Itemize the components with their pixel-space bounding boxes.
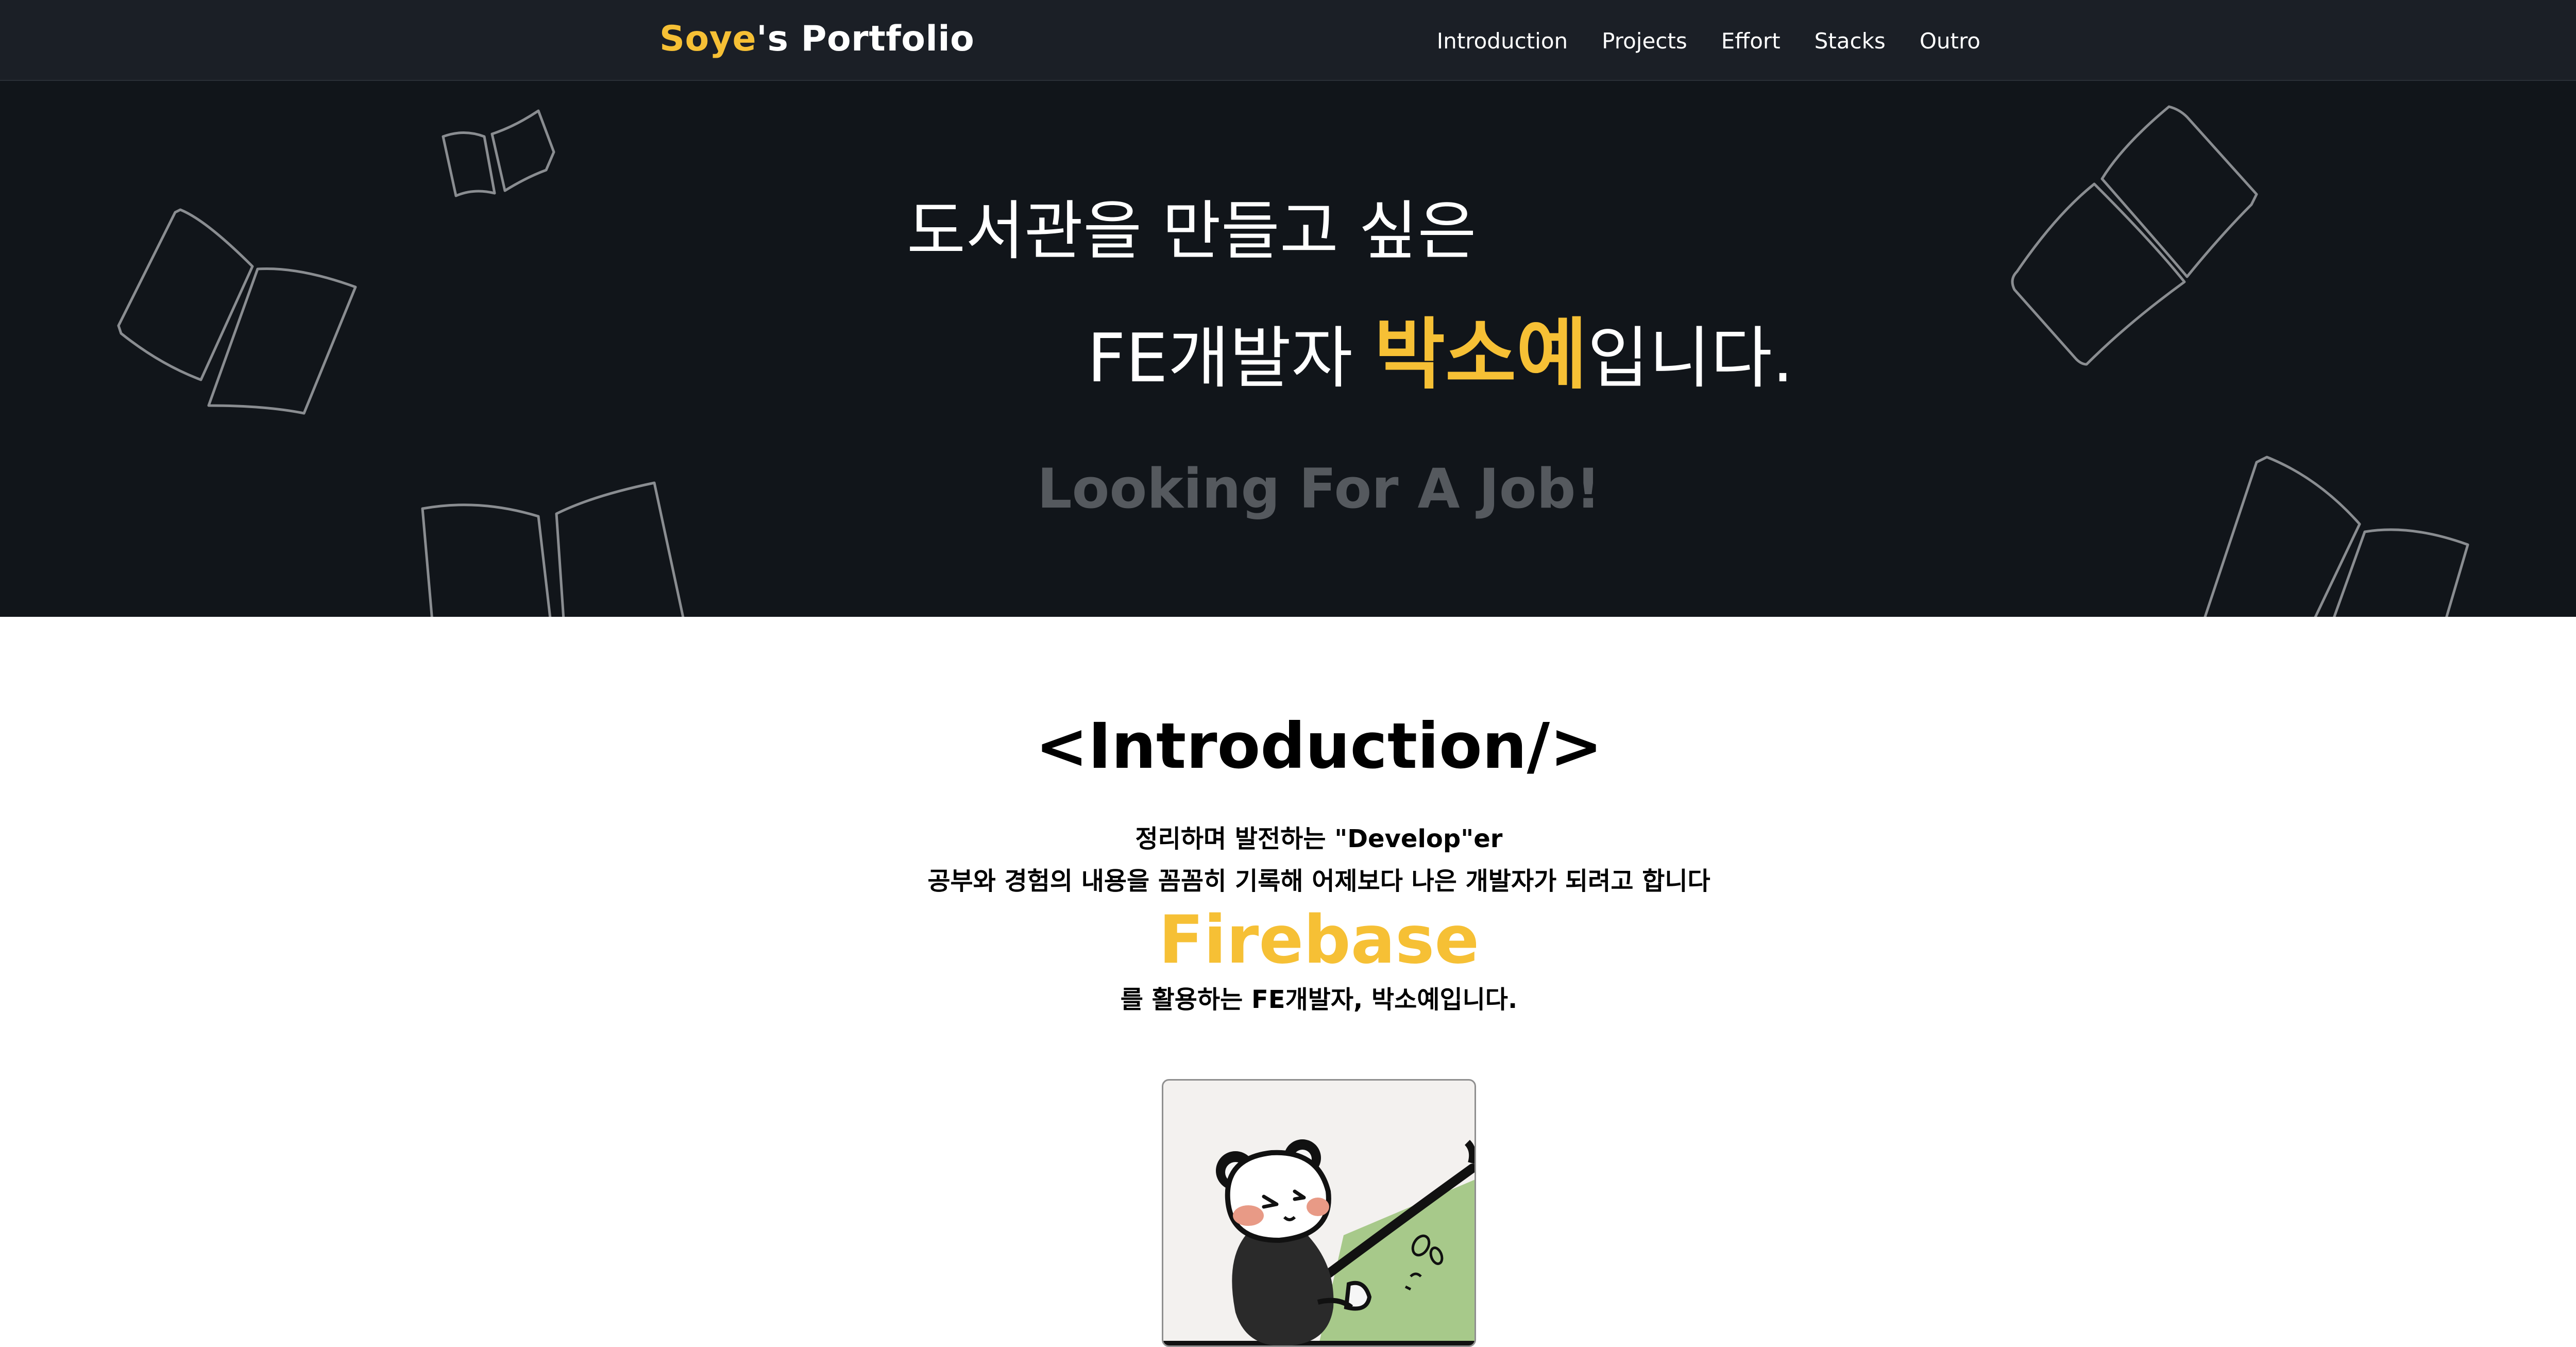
nav-item-introduction[interactable]: Introduction — [1437, 28, 1568, 54]
top-navbar: Soye's Portfolio Introduction Projects E… — [0, 0, 2576, 81]
hero-suffix-text: 입니다. — [1587, 319, 1794, 397]
logo-rest: 's Portfolio — [756, 19, 975, 59]
hero-section: 도서관을 만들고 싶은 FE개발자 박소예입니다. Looking For A … — [0, 81, 2576, 617]
hero-headline-line1: 도서관을 만들고 싶은 — [907, 194, 1477, 268]
intro-text-block: 정리하며 발전하는 "Develop"er 공부와 경험의 내용을 꼼꼼히 기록… — [0, 818, 2576, 1021]
nav-item-stacks[interactable]: Stacks — [1815, 28, 1886, 54]
section-title: <Introduction/> — [1035, 710, 1603, 783]
introduction-section: <Introduction/> 정리하며 발전하는 "Develop"er 공부… — [0, 617, 2576, 1347]
nav-item-effort[interactable]: Effort — [1721, 28, 1781, 54]
book-icon — [442, 109, 555, 197]
hero-role-text: FE개발자 — [1087, 319, 1375, 397]
profile-illustration — [1163, 1139, 1475, 1345]
profile-illustration-card — [1162, 1079, 1476, 1347]
nav-item-outro[interactable]: Outro — [1920, 28, 1980, 54]
intro-keyword: Firebase — [1158, 902, 1480, 979]
intro-line-3: 를 활용하는 FE개발자, 박소예입니다. — [1120, 985, 1518, 1014]
book-icon — [117, 208, 357, 415]
intro-line-1: 정리하며 발전하는 "Develop"er — [1135, 824, 1503, 853]
book-icon — [2011, 105, 2258, 366]
site-logo[interactable]: Soye's Portfolio — [659, 19, 974, 59]
nav-menu: Introduction Projects Effort Stacks Outr… — [1437, 28, 1980, 54]
hero-job-status: Looking For A Job! — [1037, 457, 1601, 520]
hero-headline-line2: FE개발자 박소예입니다. — [1087, 292, 1793, 404]
hero-name: 박소예 — [1374, 310, 1588, 400]
logo-accent: Soye — [659, 19, 757, 59]
nav-item-projects[interactable]: Projects — [1602, 28, 1687, 54]
intro-line-2: 공부와 경험의 내용을 꼼꼼히 기록해 어제보다 나은 개발자가 되려고 합니다 — [927, 867, 1710, 896]
